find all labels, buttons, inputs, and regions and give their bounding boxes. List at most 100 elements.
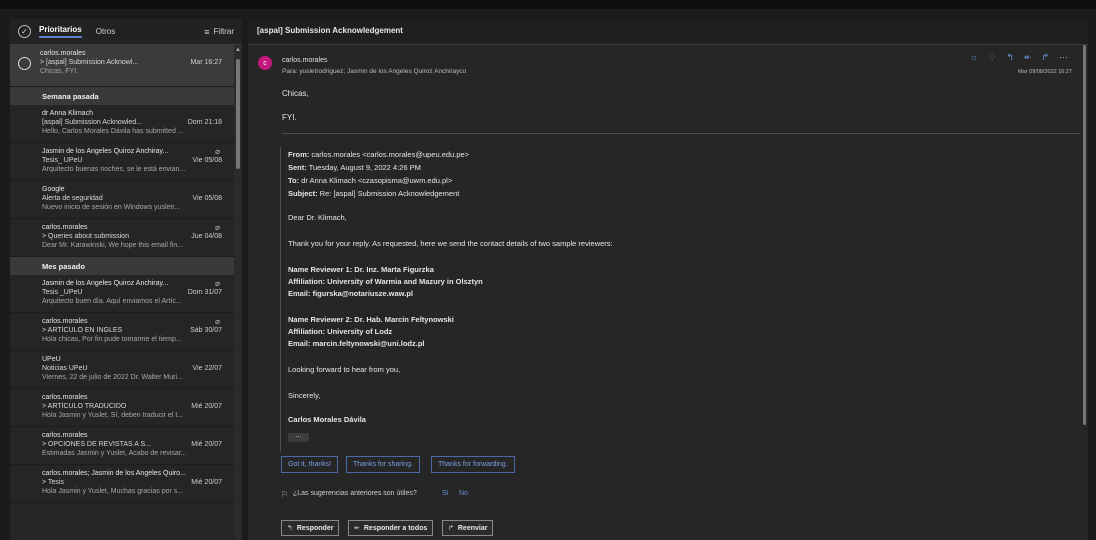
mail-subject: [aspal] Submission Acknowled... [42,119,142,126]
mail-sender: dr Anna Klimach [42,110,93,117]
mail-subject: > [aspal] Submission Acknowl... [40,59,139,66]
quote-subject: Subject: Re: [aspal] Submission Acknowle… [288,189,460,198]
mail-subject: Tesis _UPeU [42,289,83,296]
suggestion-feedback-question: ¿Las sugerencias anteriores son útiles? [293,490,417,497]
mail-date: Vie 05/08 [192,195,222,202]
mail-preview: Arquitecto buenas noches, se le está env… [42,166,186,173]
mail-subject: > Queries about submission [42,233,129,240]
mail-preview: Chicas, FYI. [40,68,79,75]
mail-date: Vie 22/07 [192,365,222,372]
mail-sender: carlos.morales [42,224,88,231]
forward-button[interactable]: ↱ Reenviar [442,520,494,536]
quick-reply-forwarding[interactable]: Thanks for forwarding. [431,456,515,473]
divider [282,133,1080,134]
reply-all-button[interactable]: ↞ Responder a todos [348,520,434,536]
mail-preview: Hello, Carlos Morales Dávila has submitt… [42,128,184,135]
list-item[interactable]: carlos.morales > ARTÍCULO TRADUCIDO Mié 20… [10,389,234,427]
message-sender[interactable]: carlos.morales [282,57,328,64]
attachment-icon: ⌀ [215,223,220,232]
select-radio-icon[interactable] [18,57,31,70]
mail-subject: > ARTÍCULO TRADUCIDO [42,403,127,410]
attachment-icon: ⌀ [215,279,220,288]
reply-icon: ↰ [287,525,293,532]
mail-preview: Hola Jasmin y Yuslet, Muchas gracias por… [42,488,184,495]
filter-icon: ≡ [204,26,210,37]
mail-date: Mar 16:27 [190,59,222,66]
mail-subject: Alerta de seguridad [42,195,103,202]
mail-preview: Dear Mr. Karawinski, We hope this email … [42,242,184,249]
mail-date: Dom 21:18 [187,119,222,126]
attachment-icon: ⌀ [215,147,220,156]
mail-date: Mié 20/07 [191,403,222,410]
show-more-button[interactable]: ... [288,432,309,442]
list-item[interactable]: dr Anna Klimach [aspal] Submission Acknow… [10,105,234,143]
list-item[interactable]: Jasmin de los Angeles Quiroz Anchiray...… [10,275,234,313]
closing-text: Looking forward to hear from you, [288,365,401,374]
like-icon[interactable]: ♢ [988,52,996,63]
select-all-check-icon[interactable]: ✓ [18,25,31,38]
intro-text: Thank you for your reply. As requested, … [288,239,613,248]
reviewer2-affiliation: Affiliation: University of Lodz [288,327,393,336]
mail-subject: Tesis_ UPeU [42,157,83,164]
tab-focused[interactable]: Prioritarios [39,25,82,38]
mail-sender: carlos.morales [40,50,86,57]
feedback-yes-link[interactable]: Sí [442,490,449,497]
reply-icon[interactable]: ↰ [1006,52,1014,63]
reviewer1-email: Email: figurska@notariusze.waw.pl [288,289,413,298]
list-item[interactable]: carlos.morales > ARTÍCULO EN INGLES Sáb 30… [10,313,234,351]
more-options-icon[interactable]: ··· [1059,52,1068,63]
list-scroll-thumb[interactable] [236,59,240,169]
list-item[interactable]: carlos.morales; Jasmin de los Angeles Qu… [10,465,234,503]
reply-button[interactable]: ↰ Responder [281,520,340,536]
reply-all-icon[interactable]: ↞ [1024,52,1032,63]
avatar[interactable]: c [258,56,272,70]
reading-pane: [aspal] Submission Acknowledgement c car… [248,19,1088,540]
fyi-text: FYI. [282,113,297,122]
reply-label: Responder [296,524,334,532]
list-scrollbar[interactable]: ▲ [234,45,242,540]
forward-label: Reenviar [457,524,488,532]
forward-icon: ↱ [448,525,454,532]
message-list: ✓ Prioritarios Otros ≡ Filtrar ▲ carlos.… [10,19,242,540]
reviewer1-affiliation: Affiliation: University of Warmia and Ma… [288,277,483,286]
mail-sender: carlos.morales [42,432,88,439]
mail-date: Jue 04/08 [191,233,222,240]
list-item[interactable]: carlos.morales > OPCIONES DE REVISTAS A S… [10,427,234,465]
attachment-icon: ⌀ [215,317,220,326]
reading-scroll-thumb[interactable] [1083,45,1086,425]
mail-subject: > Tesis [42,479,64,486]
filter-label: Filtrar [213,27,234,36]
reviewer2-name: Name Reviewer 2: Dr. Hab. Marcin Feltyno… [288,315,454,324]
scroll-up-arrow-icon[interactable]: ▲ [234,47,242,53]
quote-to: To: dr Anna Klimach <czasopisma@uwm.edu.… [288,176,453,185]
mail-sender: Jasmin de los Angeles Quiroz Anchiray... [42,148,169,155]
mail-preview: Hola chicas, Por fin pude tomarme el tie… [42,336,182,343]
tab-other[interactable]: Otros [96,27,116,36]
feedback-no-link[interactable]: No [459,490,468,497]
forward-icon[interactable]: ↱ [1041,52,1049,63]
quick-reply-sharing[interactable]: Thanks for sharing. [346,456,420,473]
mail-date: Dom 31/07 [187,289,222,296]
mail-subject: > ARTÍCULO EN INGLES [42,327,123,334]
list-item[interactable]: Google Alerta de seguridad Vie 05/08 Nuevo … [10,181,234,219]
mail-preview: Hola Jasmin y Yuslet, Sí, deben traducir… [42,412,184,419]
reply-all-icon: ↞ [354,525,360,532]
signature: Carlos Morales Dávila [288,415,366,424]
list-item[interactable]: UPeU Noticias UPeU Vie 22/07 Viernes, 22 de… [10,351,234,389]
list-item[interactable]: carlos.morales > Queries about submission… [10,219,234,257]
message-subject-title: [aspal] Submission Acknowledgement [248,19,1088,45]
group-header-last-month: Mes pasado [10,257,234,275]
quick-reply-got-it[interactable]: Got it, thanks! [281,456,339,473]
group-header-last-week: Semana pasada [10,87,234,105]
reviewer1-name: Name Reviewer 1: Dr. Inz. Marta Figurzka [288,265,434,274]
mail-date: Vie 05/08 [192,157,222,164]
salutation: Dear Dr. Klimach, [288,213,347,222]
list-item-selected[interactable]: carlos.morales > [aspal] Submission Ackn… [10,45,234,87]
mail-sender: carlos.morales; Jasmin de los Angeles Qu… [42,470,186,477]
mail-preview: Viernes, 22 de julio de 2022 Dr. Walter … [42,374,183,381]
list-item[interactable]: Jasmin de los Angeles Quiroz Anchiray...… [10,143,234,181]
sun-icon[interactable]: ☼ [970,52,978,63]
message-actions: ☼ ♢ ↰ ↞ ↱ ··· [970,52,1068,63]
filter-button[interactable]: ≡ Filtrar [204,27,234,37]
mail-date: Mié 20/07 [191,479,222,486]
